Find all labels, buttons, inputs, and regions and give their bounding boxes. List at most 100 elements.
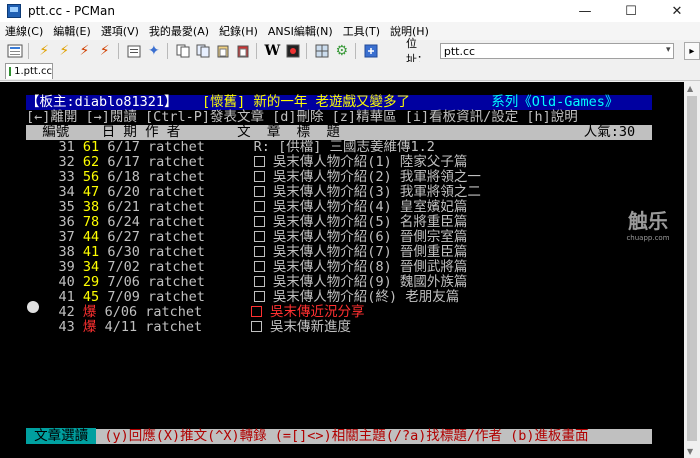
address-input[interactable]: ptt.cc ▾ xyxy=(439,43,674,59)
toolbar-separator xyxy=(256,43,258,59)
unread-box-icon xyxy=(250,306,262,317)
post-count: 45 xyxy=(82,289,100,305)
unread-box-icon xyxy=(253,231,265,242)
post-title: 吳末傳人物介紹(3) 我軍將領之二 xyxy=(272,184,481,200)
board-help-line: [←]離開 [→]閱讀 [Ctrl-P]發表文章 [d]刪除 [z]精華區 [i… xyxy=(26,109,578,125)
disconnect-icon[interactable]: ⚡ xyxy=(75,41,93,61)
post-row[interactable]: 38 41 6/30 ratchet 吳末傳人物介紹(7) 晉側重臣篇 xyxy=(26,244,468,260)
favorites-add-icon[interactable] xyxy=(125,41,143,61)
post-title: 吳末傳人物介紹(9) 魏國外族篇 xyxy=(272,274,468,290)
menu-bar: 連線(C) 編輯(E) 選項(V) 我的最愛(A) 紀錄(H) ANSI編輯(N… xyxy=(0,22,700,40)
chevron-down-icon[interactable]: ▾ xyxy=(666,45,671,55)
col-number: 編號 xyxy=(42,124,70,140)
post-author: ratchet xyxy=(147,184,205,200)
post-row[interactable]: 43 爆 4/11 ratchet 吳末傳新進度 xyxy=(26,319,352,335)
maximize-button[interactable]: ☐ xyxy=(608,0,654,22)
unread-box-icon xyxy=(253,261,265,272)
post-number: 37 xyxy=(58,229,75,245)
post-date: 7/09 xyxy=(107,289,140,305)
post-row[interactable]: 36 78 6/24 ratchet 吳末傳人物介紹(5) 名將重臣篇 xyxy=(26,214,468,230)
post-row[interactable]: 34 47 6/20 ratchet 吳末傳人物介紹(3) 我軍將領之二 xyxy=(26,185,481,200)
paste-ansi-icon[interactable] xyxy=(234,41,252,61)
post-author: ratchet xyxy=(147,244,205,260)
menu-favorites[interactable]: 我的最愛(A) xyxy=(144,23,214,39)
minimize-button[interactable]: — xyxy=(562,0,608,22)
post-date: 6/21 xyxy=(107,199,140,215)
connection-tab-icon xyxy=(9,67,12,76)
site-list-icon[interactable] xyxy=(6,41,24,61)
copy-icon[interactable] xyxy=(174,41,192,61)
post-row[interactable]: 40 29 7/06 ratchet 吳末傳人物介紹(9) 魏國外族篇 xyxy=(26,274,468,290)
tab-ptt[interactable]: 1.ptt.cc xyxy=(5,63,53,79)
unread-box-icon xyxy=(253,156,265,167)
post-count: 56 xyxy=(82,169,100,185)
post-date: 7/06 xyxy=(107,274,140,290)
post-row-selected[interactable]: 42 爆 6/06 ratchet 吳末傳近況分享 xyxy=(26,305,365,320)
post-author: ratchet xyxy=(147,139,205,155)
post-row[interactable]: 33 56 6/18 ratchet 吳末傳人物介紹(2) 我軍將領之一 xyxy=(26,170,481,185)
col-date: 日 期 xyxy=(101,124,137,140)
scroll-up-icon[interactable]: ▲ xyxy=(687,84,693,93)
terminal-screen[interactable]: 【板主:diablo81321】 [懷舊] 新的一年 老遊戲又變多了 系列《Ol… xyxy=(0,82,684,458)
menu-edit[interactable]: 編輯(E) xyxy=(48,23,96,39)
post-title: 吳末傳人物介紹(4) 皇室嬪妃篇 xyxy=(272,199,468,215)
menu-options[interactable]: 選項(V) xyxy=(96,23,144,39)
post-count: 爆 xyxy=(82,319,97,335)
post-row[interactable]: 39 34 7/02 ratchet 吳末傳人物介紹(8) 晉側武將篇 xyxy=(26,259,468,275)
post-author: ratchet xyxy=(147,229,205,245)
post-number: 41 xyxy=(58,289,75,305)
watermark: 触乐 chuapp.com xyxy=(626,205,670,242)
unread-box-icon xyxy=(253,171,265,182)
post-number: 43 xyxy=(58,319,75,335)
vertical-scrollbar[interactable]: ▲ ▼ xyxy=(684,82,700,458)
post-row[interactable]: 41 45 7/09 ratchet 吳末傳人物介紹(終) 老朋友篇 xyxy=(26,289,460,305)
menu-tools[interactable]: 工具(T) xyxy=(338,23,385,39)
close-button[interactable]: ✕ xyxy=(654,0,700,22)
fullscreen-icon[interactable] xyxy=(362,41,380,61)
scrollbar-thumb[interactable] xyxy=(687,96,697,441)
post-row[interactable]: 35 38 6/21 ratchet 吳末傳人物介紹(4) 皇室嬪妃篇 xyxy=(26,199,468,215)
post-title: 吳末傳人物介紹(1) 陸家父子篇 xyxy=(272,154,468,170)
post-row[interactable]: 31 61 6/17 ratchet R: [供檔] 三國志姜維傳1.2 xyxy=(26,140,435,155)
post-date: 6/30 xyxy=(107,244,140,260)
menu-connection[interactable]: 連線(C) xyxy=(0,23,48,39)
post-date: 6/27 xyxy=(107,229,140,245)
column-header: 編號 日 期 作 者 文 章 標 題 人氣:30 xyxy=(26,125,652,140)
go-button[interactable]: ▸ xyxy=(683,42,700,60)
post-number: 34 xyxy=(58,184,75,200)
reconnect-icon[interactable]: ⚡ xyxy=(55,41,73,61)
disconnect-all-icon[interactable]: ⚡ xyxy=(96,41,114,61)
settings-panel-icon[interactable] xyxy=(313,41,331,61)
post-title: 吳末傳近況分享 xyxy=(270,304,365,320)
board-moderator: 【板主:diablo81321】 xyxy=(26,94,178,110)
post-author: ratchet xyxy=(145,319,203,335)
connect-bolt-icon[interactable]: ⚡ xyxy=(35,41,53,61)
record-icon[interactable] xyxy=(284,41,302,61)
menu-history[interactable]: 紀錄(H) xyxy=(214,23,263,39)
copy-ansi-icon[interactable] xyxy=(194,41,212,61)
word-wrap-icon[interactable]: W xyxy=(263,41,281,61)
gear-icon[interactable]: ⚙ xyxy=(333,41,351,61)
col-author: 作 者 xyxy=(145,124,181,140)
toolbar-separator xyxy=(166,43,168,59)
post-count: 61 xyxy=(82,139,100,155)
post-date: 6/24 xyxy=(107,214,140,230)
favorites-icon[interactable]: ✦ xyxy=(145,41,163,61)
paste-icon[interactable] xyxy=(214,41,232,61)
post-number: 31 xyxy=(58,139,75,155)
post-date: 6/06 xyxy=(104,304,138,320)
post-row[interactable]: 32 62 6/17 ratchet 吳末傳人物介紹(1) 陸家父子篇 xyxy=(26,154,468,170)
menu-ansi-edit[interactable]: ANSI編輯(N) xyxy=(263,23,338,39)
watermark-url: chuapp.com xyxy=(626,234,670,242)
board-title: [懷舊] 新的一年 老遊戲又變多了 xyxy=(201,94,410,110)
footer-help-text: (y)回應(X)推文(^X)轉錄 (=[]<>)相關主題(/?a)找標題/作者 … xyxy=(96,428,589,444)
post-count: 34 xyxy=(82,259,100,275)
toolbar-separator xyxy=(305,43,307,59)
post-row[interactable]: 37 44 6/27 ratchet 吳末傳人物介紹(6) 晉側宗室篇 xyxy=(26,229,468,245)
scroll-down-icon[interactable]: ▼ xyxy=(687,447,693,456)
toolbar: ⚡ ⚡ ⚡ ⚡ ✦ W ⚙ 位址： ptt.cc ▾ ▸ xyxy=(0,37,700,66)
post-number: 39 xyxy=(58,259,75,275)
unread-box-icon xyxy=(253,186,265,197)
post-title: 吳末傳人物介紹(6) 晉側宗室篇 xyxy=(272,229,468,245)
post-count: 78 xyxy=(82,214,100,230)
